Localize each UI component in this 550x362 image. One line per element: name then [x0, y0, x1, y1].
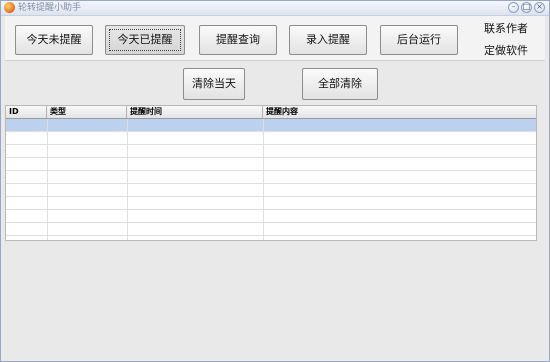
today-reminded-button[interactable]: 今天已提醒: [105, 25, 185, 55]
column-header-content[interactable]: 提醒内容: [263, 106, 536, 118]
table-row[interactable]: [6, 171, 536, 184]
enter-reminder-button[interactable]: 录入提醒: [289, 25, 367, 55]
toolbar-panel: 今天未提醒 今天已提醒 提醒查询 录入提醒 后台运行 联系作者 定做软件: [5, 16, 545, 61]
title-bar[interactable]: 轮转提醒小助手 – □ ×: [1, 1, 549, 16]
column-divider: [263, 119, 264, 240]
table-row[interactable]: [6, 145, 536, 158]
table-row[interactable]: [6, 210, 536, 223]
app-icon: [4, 2, 15, 13]
maximize-button[interactable]: □: [521, 2, 532, 13]
custom-software-link[interactable]: 定做软件: [484, 42, 528, 58]
column-divider: [47, 119, 48, 240]
close-button[interactable]: ×: [534, 2, 545, 13]
minimize-icon: –: [511, 2, 516, 11]
table-row[interactable]: [6, 132, 536, 145]
maximize-icon: □: [522, 2, 531, 11]
empty-area: [5, 241, 545, 357]
table-row[interactable]: [6, 184, 536, 197]
query-button[interactable]: 提醒查询: [199, 25, 277, 55]
table-row[interactable]: [6, 197, 536, 210]
minimize-button[interactable]: –: [508, 2, 519, 13]
clear-all-button[interactable]: 全部清除: [302, 68, 378, 100]
column-header-id[interactable]: ID: [6, 106, 47, 118]
table-row[interactable]: [6, 223, 536, 236]
table-row[interactable]: [6, 119, 536, 132]
reminder-table[interactable]: ID 类型 提醒时间 提醒内容: [5, 105, 537, 241]
column-header-type[interactable]: 类型: [47, 106, 127, 118]
column-header-time[interactable]: 提醒时间: [127, 106, 263, 118]
column-divider: [127, 119, 128, 240]
today-unreminded-button[interactable]: 今天未提醒: [15, 25, 93, 55]
table-header: ID 类型 提醒时间 提醒内容: [6, 106, 536, 119]
app-window: 轮转提醒小助手 – □ × 今天未提醒 今天已提醒 提醒查询 录入提醒 后台运行…: [0, 0, 550, 362]
action-panel: 清除当天 全部清除: [5, 61, 545, 105]
table-row[interactable]: [6, 158, 536, 171]
clear-today-button[interactable]: 清除当天: [183, 68, 245, 100]
window-title: 轮转提醒小助手: [18, 3, 82, 13]
focus-rect: [109, 29, 181, 51]
contact-author-link[interactable]: 联系作者: [484, 20, 528, 36]
close-icon: ×: [536, 2, 543, 11]
background-run-button[interactable]: 后台运行: [380, 25, 458, 55]
